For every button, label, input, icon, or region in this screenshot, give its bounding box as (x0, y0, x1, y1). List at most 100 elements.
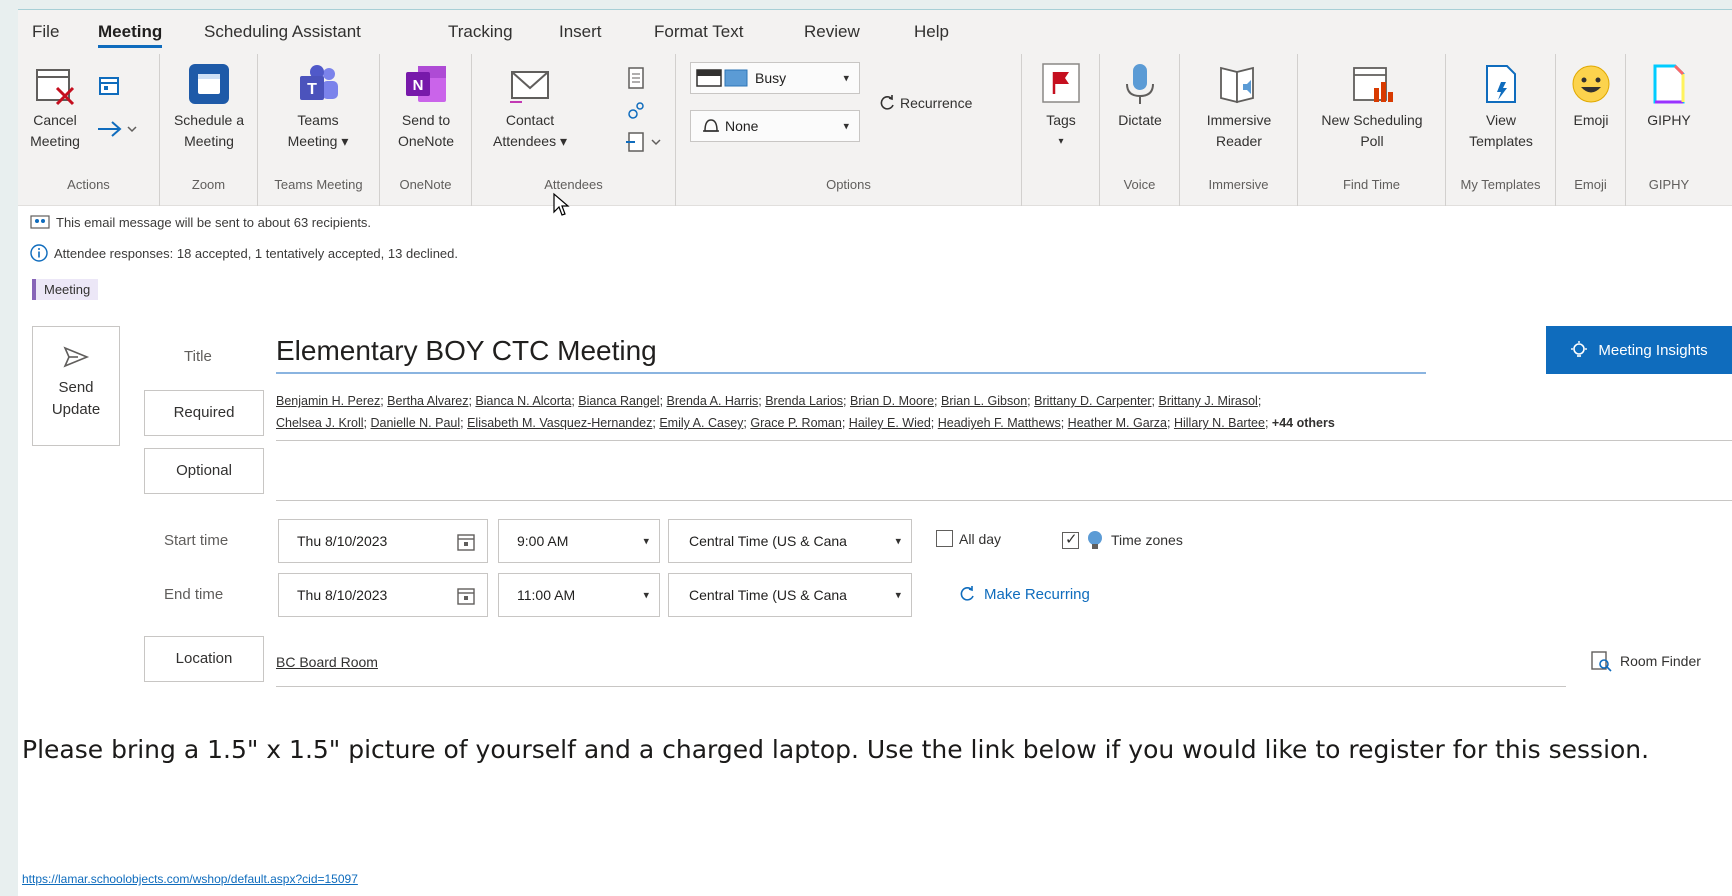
tab-review[interactable]: Review (804, 22, 860, 42)
end-timezone-dropdown[interactable]: Central Time (US & Cana ▾ (668, 573, 912, 617)
attendee[interactable]: Brian D. Moore (850, 394, 934, 408)
all-day-checkbox[interactable]: All day (936, 530, 1001, 547)
attendee[interactable]: Elisabeth M. Vasquez-Hernandez (467, 416, 652, 430)
chevron-down-icon: ▾ (643, 535, 649, 548)
templates-icon (1486, 65, 1516, 103)
top-border (18, 0, 1732, 10)
group-options: Busy ▾ None ▾ Recurrence Options (676, 54, 1022, 206)
response-options-icon[interactable] (626, 130, 666, 154)
tab-tracking[interactable]: Tracking (448, 22, 513, 42)
more-attendees-link[interactable]: +44 others (1272, 416, 1335, 430)
title-input[interactable]: Elementary BOY CTC Meeting (276, 329, 1426, 374)
teams-icon: T (300, 65, 338, 100)
send-to-onenote-button[interactable]: N Send to OneNote (388, 62, 464, 152)
location-value[interactable]: BC Board Room (276, 654, 378, 670)
tab-scheduling-assistant[interactable]: Scheduling Assistant (204, 22, 361, 42)
view-templates-button[interactable]: View Templates (1456, 62, 1546, 152)
attendee[interactable]: Brittany D. Carpenter (1034, 394, 1151, 408)
category-badge[interactable]: Meeting (32, 279, 99, 300)
attendees-line-2: Chelsea J. Kroll; Danielle N. Paul; Elis… (276, 416, 1335, 430)
group-label-immersive: Immersive (1208, 177, 1269, 192)
message-body[interactable]: Please bring a 1.5" x 1.5" picture of yo… (22, 732, 1732, 768)
attendee[interactable]: Grace P. Roman (750, 416, 841, 430)
attendee[interactable]: Brian L. Gibson (941, 394, 1027, 408)
attendee[interactable]: Bianca Rangel (578, 394, 659, 408)
tab-file[interactable]: File (32, 22, 59, 42)
end-date-field[interactable]: Thu 8/10/2023 (278, 573, 488, 617)
required-button[interactable]: Required (144, 390, 264, 436)
attendee[interactable]: Hailey E. Wied (849, 416, 931, 430)
onenote-icon: N (406, 66, 446, 102)
tags-button[interactable]: Tags ▾ (1034, 62, 1088, 152)
attendee[interactable]: Bianca N. Alcorta (475, 394, 571, 408)
calendar-small-icon[interactable] (98, 76, 120, 96)
room-finder-button[interactable]: Room Finder (1590, 650, 1701, 672)
calendar-cancel-icon (36, 69, 75, 106)
all-day-box[interactable] (936, 530, 953, 547)
address-book-icon[interactable] (626, 66, 646, 90)
schedule-meeting-button[interactable]: Schedule a Meeting (168, 62, 250, 152)
send-to-onenote-label: Send to OneNote (397, 112, 455, 149)
divider (276, 686, 1566, 687)
calendar-picker-icon[interactable] (457, 587, 475, 605)
attendee[interactable]: Heather M. Garza (1068, 416, 1167, 430)
location-button[interactable]: Location (144, 636, 264, 682)
registration-link[interactable]: https://lamar.schoolobjects.com/wshop/de… (22, 872, 358, 886)
attendee[interactable]: Brittany J. Mirasol (1159, 394, 1258, 408)
optional-button[interactable]: Optional (144, 448, 264, 494)
dictate-button[interactable]: Dictate (1108, 62, 1172, 131)
tab-insert[interactable]: Insert (559, 22, 602, 42)
attendee[interactable]: Benjamin H. Perez (276, 394, 380, 408)
attendee[interactable]: Brenda Larios (765, 394, 843, 408)
start-time-dropdown[interactable]: 9:00 AM ▾ (498, 519, 660, 563)
start-time-label: Start time (164, 532, 229, 549)
attendee[interactable]: Brenda A. Harris (667, 394, 759, 408)
reminder-dropdown[interactable]: None ▾ (690, 110, 860, 142)
show-as-value: Busy (755, 70, 787, 86)
time-zones-box[interactable] (1062, 530, 1079, 549)
attendee[interactable]: Bertha Alvarez (387, 394, 468, 408)
forward-arrow-icon[interactable] (96, 118, 140, 140)
end-time-label: End time (164, 586, 224, 603)
cancel-meeting-button[interactable]: Cancel Meeting (22, 62, 88, 152)
envelope-icon (510, 71, 549, 103)
group-label-voice: Voice (1123, 177, 1156, 192)
chevron-down-icon: ▾ (895, 589, 901, 602)
recurrence-button[interactable]: Recurrence (878, 94, 972, 112)
contact-attendees-button[interactable]: Contact Attendees ▾ (478, 62, 582, 152)
attendee[interactable]: Danielle N. Paul (371, 416, 461, 430)
recurrence-label: Recurrence (900, 95, 973, 111)
immersive-reader-button[interactable]: Immersive Reader (1190, 62, 1288, 152)
send-update-button[interactable]: Send Update (32, 326, 120, 446)
attendee[interactable]: Hillary N. Bartee (1174, 416, 1265, 430)
start-timezone-dropdown[interactable]: Central Time (US & Cana ▾ (668, 519, 912, 563)
tab-format-text[interactable]: Format Text (654, 22, 743, 42)
tags-label: Tags (1046, 112, 1076, 128)
check-names-icon[interactable] (626, 100, 646, 122)
group-onenote: N Send to OneNote OneNote (380, 54, 472, 206)
calendar-picker-icon[interactable] (457, 533, 475, 551)
end-time-dropdown[interactable]: 11:00 AM ▾ (498, 573, 660, 617)
make-recurring-button[interactable]: Make Recurring (958, 585, 1090, 603)
tab-help[interactable]: Help (914, 22, 949, 42)
attendee[interactable]: Headiyeh F. Matthews (938, 416, 1061, 430)
attendee[interactable]: Chelsea J. Kroll (276, 416, 364, 430)
group-zoom: Schedule a Meeting Zoom (160, 54, 258, 206)
group-tags: Tags ▾ (1022, 54, 1100, 206)
giphy-button[interactable]: GIPHY (1632, 62, 1706, 131)
required-attendees[interactable]: Benjamin H. Perez; Bertha Alvarez; Bianc… (276, 390, 1732, 434)
teams-meeting-button[interactable]: T Teams Meeting ▾ (272, 62, 364, 152)
chevron-down-icon: ▾ (895, 535, 901, 548)
tab-meeting[interactable]: Meeting (98, 22, 163, 48)
time-zones-checkbox[interactable]: Time zones (1062, 530, 1183, 550)
attendee[interactable]: Emily A. Casey (659, 416, 743, 430)
start-date-field[interactable]: Thu 8/10/2023 (278, 519, 488, 563)
emoji-button[interactable]: Emoji (1562, 62, 1620, 131)
make-recurring-label: Make Recurring (984, 585, 1090, 603)
meeting-insights-button[interactable]: Meeting Insights (1546, 326, 1732, 374)
show-as-dropdown[interactable]: Busy ▾ (690, 62, 860, 94)
new-scheduling-poll-button[interactable]: New Scheduling Poll (1308, 62, 1436, 152)
chevron-down-icon: ▾ (843, 120, 849, 133)
responses-info: Attendee responses: 18 accepted, 1 tenta… (30, 244, 458, 262)
menu-bar: File Meeting Scheduling Assistant Tracki… (18, 10, 1732, 54)
